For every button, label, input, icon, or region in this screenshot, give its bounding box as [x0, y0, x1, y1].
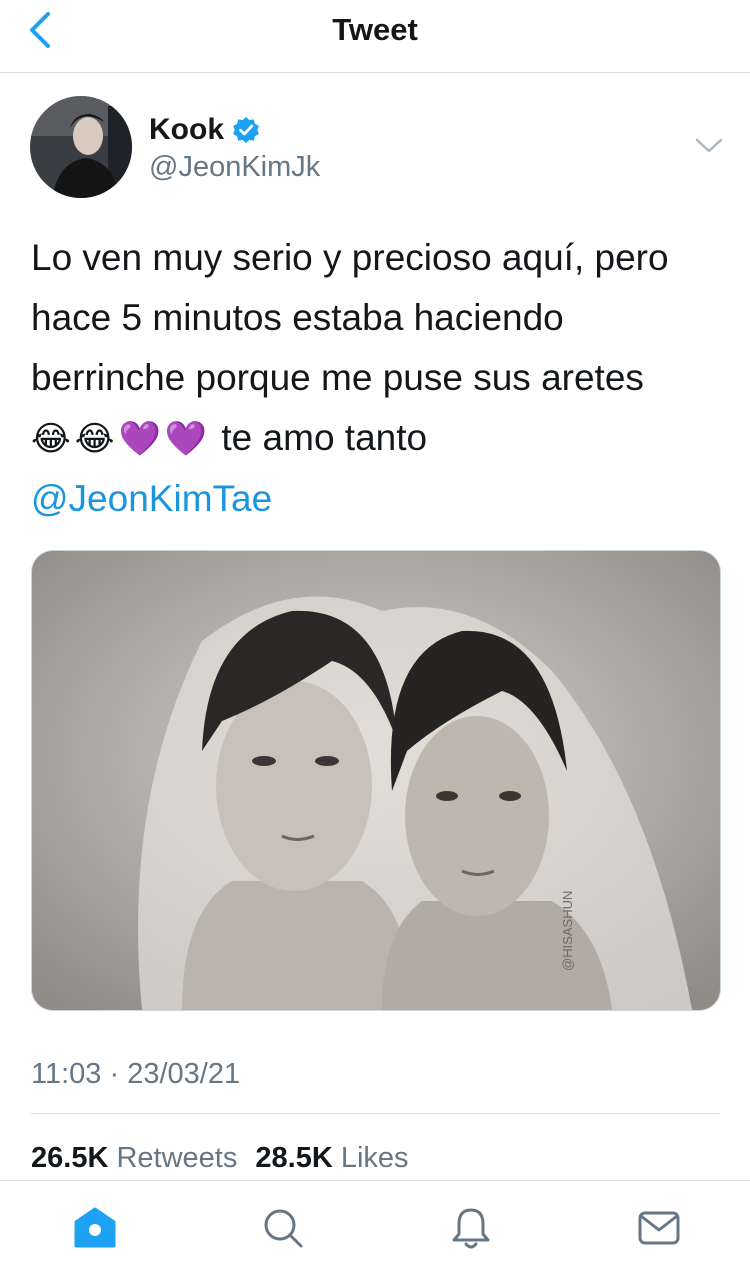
photo-watermark: @HISASHUN	[560, 891, 575, 971]
tweet-text-line: berrinche porque me puse sus aretes	[31, 357, 644, 398]
tweet-text-tail: te amo tanto	[221, 417, 428, 458]
tweet-text: Lo ven muy serio y precioso aquí, pero h…	[31, 228, 731, 529]
home-icon	[74, 1207, 116, 1248]
retweets-stat[interactable]: 26.5K Retweets	[31, 1142, 237, 1174]
likes-stat[interactable]: 28.5K Likes	[255, 1142, 408, 1174]
mention-link[interactable]: @JeonKimTae	[31, 469, 731, 529]
author-name-row[interactable]: Kook	[149, 112, 260, 148]
tab-search[interactable]	[260, 1205, 306, 1251]
tweet-text-line: hace 5 minutos estaba haciendo	[31, 297, 564, 338]
page-title: Tweet	[332, 12, 418, 47]
retweets-label: Retweets	[116, 1142, 238, 1174]
likes-count: 28.5K	[255, 1142, 333, 1174]
chevron-down-icon	[695, 138, 723, 153]
tab-home[interactable]	[72, 1205, 118, 1251]
avatar[interactable]	[30, 96, 132, 198]
tab-bar	[0, 1180, 750, 1279]
tweet-timestamp: 11:03 · 23/03/21	[31, 1058, 241, 1090]
navigation-bar: Tweet	[0, 0, 750, 73]
divider	[31, 1113, 720, 1114]
tweet-text-line: Lo ven muy serio y precioso aquí, pero	[31, 237, 669, 278]
tweet-stats: 26.5K Retweets 28.5K Likes	[31, 1140, 419, 1176]
author-handle[interactable]: @JeonKimJk	[149, 150, 320, 184]
verified-badge-icon	[233, 117, 259, 143]
retweets-count: 26.5K	[31, 1142, 109, 1174]
likes-label: Likes	[340, 1142, 409, 1174]
search-icon	[264, 1209, 303, 1248]
emoji-group: 😂😂💜💜	[31, 420, 212, 458]
notifications-icon	[452, 1208, 490, 1249]
tweet-text-line: 😂😂💜💜 te amo tanto	[31, 408, 731, 469]
tab-messages[interactable]	[636, 1205, 682, 1251]
tweet-photo[interactable]: @HISASHUN	[31, 550, 721, 1011]
tweet-options-button[interactable]	[694, 134, 724, 158]
tab-notifications[interactable]	[448, 1205, 494, 1251]
messages-icon	[638, 1211, 680, 1245]
author-name: Kook	[149, 113, 224, 146]
